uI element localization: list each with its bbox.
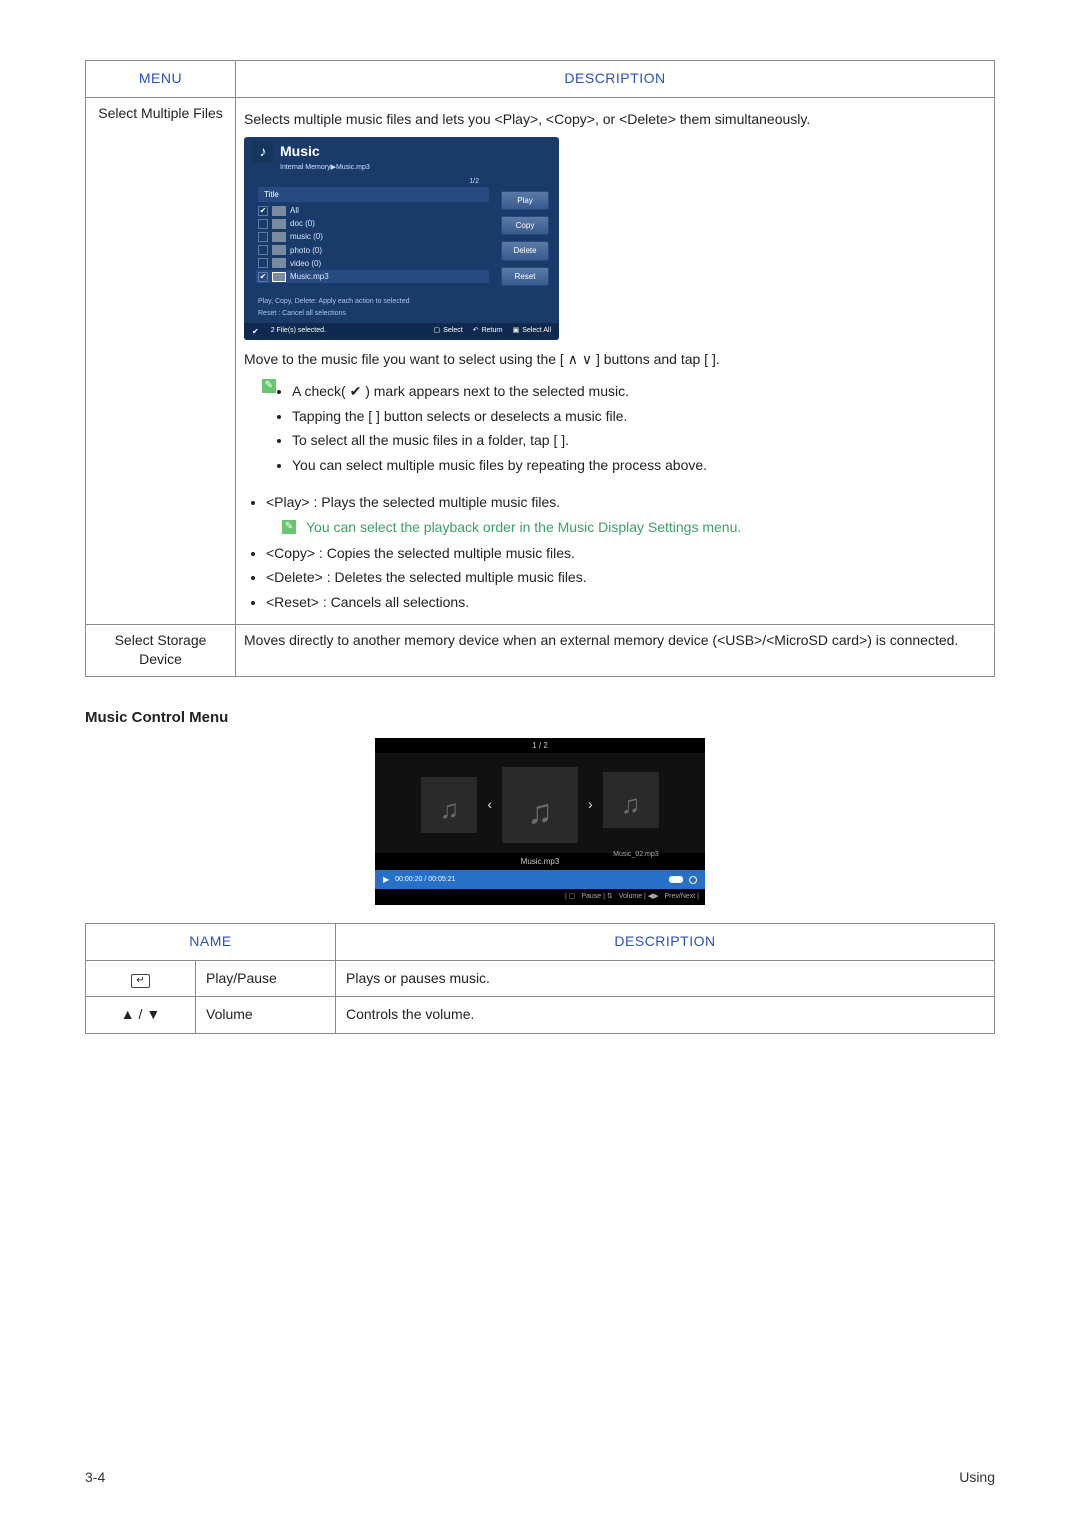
album-next: ♫ — [603, 772, 659, 828]
file-thumb-icon — [272, 272, 286, 282]
hdr-menu: MENU — [86, 61, 236, 98]
ctrl-name: Volume — [196, 997, 336, 1034]
table-row: Select Storage Device Moves directly to … — [86, 624, 995, 676]
album-current: ♫ — [502, 767, 578, 843]
chevron-left-icon[interactable]: ‹ — [487, 795, 492, 815]
mode-pill-icon — [669, 876, 683, 883]
list-item-label: photo (0) — [290, 245, 322, 256]
album-next-label: Music_02.mp3 — [603, 850, 659, 860]
note-bullet: A check( ✔ ) mark appears next to the se… — [292, 382, 707, 402]
music-pager: 1/2 — [258, 177, 489, 187]
list-item[interactable]: photo (0) — [258, 244, 489, 257]
note-play-order: You can select the playback order in the… — [306, 518, 741, 538]
desc-intro: Selects multiple music files and lets yo… — [244, 110, 986, 130]
list-item-label: doc (0) — [290, 218, 315, 229]
list-item-label: music (0) — [290, 231, 323, 242]
checkbox-icon[interactable] — [258, 232, 268, 242]
list-item[interactable]: video (0) — [258, 257, 489, 270]
action-bullet-reset: <Reset> : Cancels all selections. — [266, 593, 986, 613]
progress-bar[interactable]: ▶ 00:00:20 / 00:05:21 — [375, 870, 705, 889]
menu-cell-storage: Select Storage Device — [86, 624, 236, 676]
checkbox-icon[interactable] — [258, 206, 268, 216]
hdr-description: DESCRIPTION — [236, 61, 995, 98]
music-player-mock: 1 / 2 ♫ ‹ ♫ › ♫ Music_02.mp3 Music.mp3 ▶… — [375, 738, 705, 905]
list-item-label: video (0) — [290, 258, 321, 269]
list-item[interactable]: All — [258, 204, 489, 217]
table-row: ▲ / ▼ Volume Controls the volume. — [86, 997, 995, 1034]
checkbox-icon[interactable] — [258, 258, 268, 268]
desc-cell-select-multiple: Selects multiple music files and lets yo… — [236, 97, 995, 624]
folder-thumb-icon — [272, 219, 286, 229]
up-down-icon: ▲ / ▼ — [86, 997, 196, 1034]
music-path: Internal Memory▶Music.mp3 — [244, 163, 559, 173]
page-section: Using — [959, 1468, 995, 1488]
note-icon: ✎ — [262, 379, 276, 393]
music-panel-title: Music — [280, 142, 320, 162]
player-footer-hints: | ▢ Pause | ⇅ Volume | ◀▶ Prev/Next | — [375, 889, 705, 905]
page-number: 3-4 — [85, 1468, 105, 1488]
music-footer: ✔ 2 File(s) selected. ▢ Select ↶ Return … — [244, 323, 559, 340]
checkbox-icon[interactable] — [258, 219, 268, 229]
time-display: 00:00:20 / 00:05:21 — [395, 875, 455, 885]
note-icon: ✎ — [282, 520, 296, 534]
copy-button[interactable]: Copy — [501, 216, 549, 235]
menu-cell-select-multiple: Select Multiple Files — [86, 97, 236, 624]
music-note-icon: ♪ — [252, 141, 274, 163]
music-note-icon: ♫ — [621, 786, 641, 822]
table-row: ↵ Play/Pause Plays or pauses music. — [86, 960, 995, 997]
move-instruction: Move to the music file you want to selec… — [244, 350, 986, 370]
list-item-label: All — [290, 205, 299, 216]
note-bullet: You can select multiple music files by r… — [292, 456, 707, 476]
play-button[interactable]: Play — [501, 191, 549, 210]
list-item-label: Music.mp3 — [290, 271, 329, 282]
album-prev: ♫ — [421, 777, 477, 833]
reset-button[interactable]: Reset — [501, 267, 549, 286]
return-hint: ↶ Return — [473, 326, 503, 336]
side-buttons: Play Copy Delete Reset — [501, 191, 549, 292]
music-control-table: NAME DESCRIPTION ↵ Play/Pause Plays or p… — [85, 923, 995, 1034]
enter-icon: ↵ — [86, 960, 196, 997]
note-bullet: To select all the music files in a folde… — [292, 431, 707, 451]
music-panel: ♪ Music Internal Memory▶Music.mp3 1/2 Ti… — [244, 137, 559, 340]
folder-thumb-icon — [272, 258, 286, 268]
music-note-icon: ♫ — [527, 789, 553, 837]
repeat-icon — [689, 876, 697, 884]
ctrl-desc: Plays or pauses music. — [336, 960, 995, 997]
music-list-header: Title — [258, 187, 489, 202]
checkbox-icon[interactable] — [258, 272, 268, 282]
select-all-hint: ▣ Select All — [513, 326, 551, 336]
music-hint-1: Play, Copy, Delete: Apply each action to… — [244, 296, 559, 310]
note-bullet: Tapping the [ ] button selects or desele… — [292, 407, 707, 427]
selected-count: 2 File(s) selected. — [271, 326, 326, 336]
ctrl-name: Play/Pause — [196, 960, 336, 997]
music-note-icon: ♫ — [440, 791, 460, 827]
list-item[interactable]: music (0) — [258, 230, 489, 243]
hdr-name: NAME — [86, 924, 336, 961]
music-list: 1/2 Title All doc (0) — [258, 177, 489, 292]
list-item[interactable]: doc (0) — [258, 217, 489, 230]
checkbox-icon[interactable] — [258, 245, 268, 255]
list-item[interactable]: Music.mp3 — [256, 270, 489, 283]
ctrl-desc: Controls the volume. — [336, 997, 995, 1034]
hdr-description: DESCRIPTION — [336, 924, 995, 961]
action-bullet-copy: <Copy> : Copies the selected multiple mu… — [266, 544, 986, 564]
check-icon: ✔ — [252, 326, 259, 337]
page-footer: 3-4 Using — [85, 1468, 995, 1488]
select-hint: ▢ Select — [434, 326, 463, 336]
table-row: Select Multiple Files Selects multiple m… — [86, 97, 995, 624]
player-pager: 1 / 2 — [375, 738, 705, 753]
action-bullet-delete: <Delete> : Deletes the selected multiple… — [266, 568, 986, 588]
menu-description-table: MENU DESCRIPTION Select Multiple Files S… — [85, 60, 995, 677]
desc-cell-storage: Moves directly to another memory device … — [236, 624, 995, 676]
folder-thumb-icon — [272, 245, 286, 255]
folder-thumb-icon — [272, 206, 286, 216]
action-bullet-play: <Play> : Plays the selected multiple mus… — [266, 493, 986, 513]
section-title-music-control: Music Control Menu — [85, 707, 995, 728]
folder-thumb-icon — [272, 232, 286, 242]
music-hint-2: Reset : Cancel all selections — [244, 310, 559, 322]
play-icon[interactable]: ▶ — [383, 874, 389, 885]
chevron-right-icon[interactable]: › — [588, 795, 593, 815]
delete-button[interactable]: Delete — [501, 241, 549, 260]
